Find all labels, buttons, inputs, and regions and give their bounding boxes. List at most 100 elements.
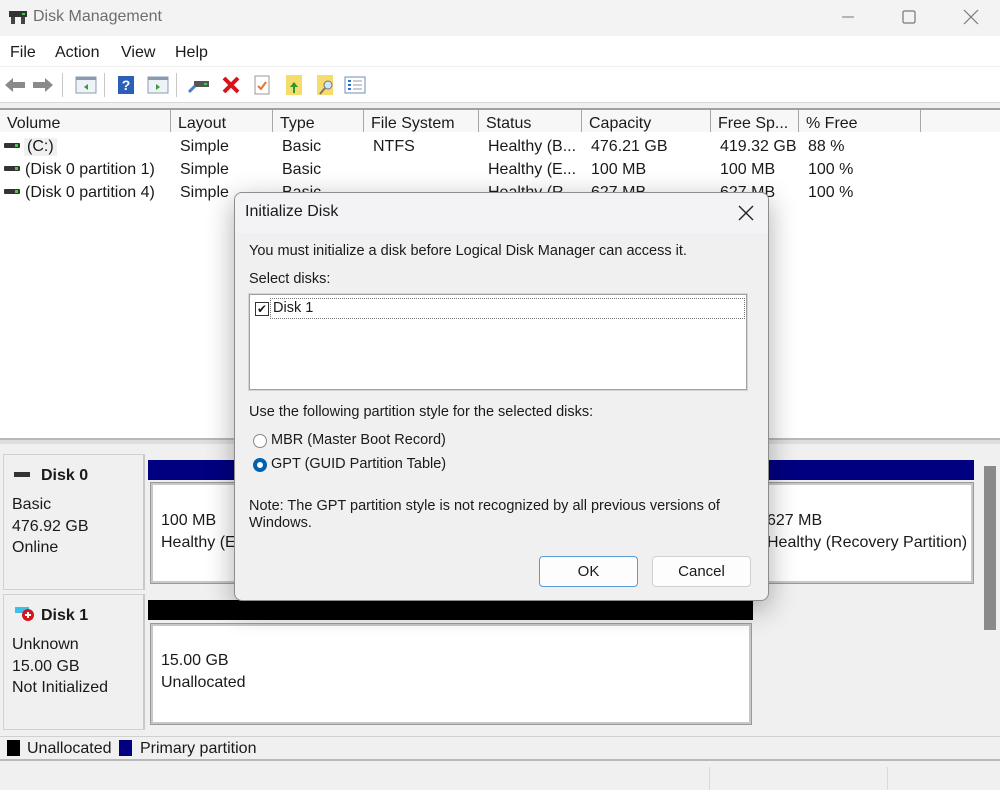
- volume-layout: Simple: [180, 184, 229, 201]
- volume-file-system: NTFS: [373, 138, 415, 155]
- status-divider: [887, 767, 888, 790]
- legend-swatch-unallocated: [7, 740, 20, 756]
- column-header-percent-free[interactable]: % Free: [799, 110, 921, 132]
- column-header-empty: [921, 110, 1000, 132]
- column-header-volume[interactable]: Volume: [0, 110, 171, 132]
- close-button[interactable]: [940, 0, 1000, 34]
- disk-size: 476.92 GB: [12, 518, 89, 535]
- volume-row[interactable]: (C:) Simple Basic NTFS Healthy (B... 476…: [0, 136, 1000, 158]
- menu-action[interactable]: Action: [55, 44, 99, 62]
- dialog-message: You must initialize a disk before Logica…: [249, 243, 687, 259]
- cancel-button[interactable]: Cancel: [652, 556, 751, 587]
- mbr-radio-label[interactable]: MBR (Master Boot Record): [271, 432, 446, 448]
- disk-type: Basic: [12, 496, 52, 513]
- disk-0-partition-recovery[interactable]: 627 MB Healthy (Recovery Partition): [756, 482, 974, 584]
- volume-type: Basic: [282, 161, 322, 178]
- column-header-status[interactable]: Status: [479, 110, 582, 132]
- disk-name: Disk 0: [41, 467, 89, 484]
- disk-select-list[interactable]: ✔ Disk 1: [248, 293, 748, 391]
- volume-row[interactable]: (Disk 0 partition 1) Simple Basic Health…: [0, 159, 1000, 181]
- volume-name: (C:): [24, 138, 57, 156]
- volume-percent-free: 100 %: [808, 184, 854, 201]
- partition-size: 100 MB: [161, 512, 217, 529]
- column-header-capacity[interactable]: Capacity: [582, 110, 711, 132]
- maximize-button[interactable]: [878, 0, 940, 34]
- disk-state: Not Initialized: [12, 679, 109, 696]
- column-header-file-system[interactable]: File System: [364, 110, 479, 132]
- legend-label-unallocated: Unallocated: [27, 740, 112, 757]
- gpt-radio[interactable]: [253, 458, 267, 472]
- back-arrow-icon: [5, 78, 25, 92]
- disk-management-app-icon: [9, 11, 27, 24]
- volume-percent-free: 88 %: [808, 138, 845, 155]
- dialog-title: Initialize Disk: [245, 203, 339, 220]
- toolbar-separator: [104, 73, 105, 97]
- mbr-radio[interactable]: [253, 434, 267, 448]
- gpt-radio-label[interactable]: GPT (GUID Partition Table): [271, 456, 446, 472]
- forward-arrow-icon: [33, 78, 53, 92]
- menu-file[interactable]: File: [10, 44, 36, 62]
- svg-text:?: ?: [122, 77, 131, 93]
- forward-button[interactable]: [31, 73, 55, 97]
- partition-size: 627 MB: [767, 512, 823, 529]
- drive-icon: [4, 189, 20, 194]
- volume-type: Basic: [282, 138, 322, 155]
- volume-status: Healthy (B...: [488, 138, 577, 155]
- show-hide-console-tree-icon: [75, 76, 97, 94]
- menu-help[interactable]: Help: [175, 44, 208, 62]
- drive-icon: [4, 143, 20, 148]
- checklist-button[interactable]: [343, 73, 367, 97]
- help-button[interactable]: ?: [114, 73, 138, 97]
- column-header-free-space[interactable]: Free Sp...: [711, 110, 799, 132]
- search-button[interactable]: [313, 73, 337, 97]
- volume-capacity: 476.21 GB: [591, 138, 668, 155]
- show-hide-action-pane-button[interactable]: [146, 73, 170, 97]
- back-button[interactable]: [3, 73, 27, 97]
- partition-style-label: Use the following partition style for th…: [249, 404, 594, 420]
- disk-1-unallocated-region[interactable]: 15.00 GB Unallocated: [150, 623, 752, 725]
- export-folder-icon: [286, 75, 302, 95]
- toolbar-separator: [176, 73, 177, 97]
- volume-name: (Disk 0 partition 1): [25, 161, 155, 178]
- volume-layout: Simple: [180, 138, 229, 155]
- disk-list-item[interactable]: Disk 1: [270, 298, 745, 319]
- delete-button[interactable]: [219, 73, 243, 97]
- checkmark-icon: ✔: [256, 302, 268, 316]
- gpt-note-line-1: Note: The GPT partition style is not rec…: [249, 498, 720, 514]
- column-header-type[interactable]: Type: [273, 110, 364, 132]
- properties-check-icon: [254, 75, 270, 95]
- dialog-close-button[interactable]: [734, 201, 758, 225]
- close-icon: [738, 205, 754, 221]
- volume-capacity: 100 MB: [591, 161, 647, 178]
- export-list-button[interactable]: [282, 73, 306, 97]
- status-divider: [709, 767, 710, 790]
- connect-drive-button[interactable]: [187, 73, 211, 97]
- vertical-scrollbar-thumb[interactable]: [984, 466, 996, 630]
- disk-1-info[interactable]: Disk 1 Unknown 15.00 GB Not Initialized: [3, 594, 145, 730]
- disk-not-initialized-icon: [15, 607, 34, 621]
- minimize-button[interactable]: [817, 0, 879, 34]
- help-icon: ?: [118, 76, 134, 94]
- connect-drive-icon: [188, 81, 209, 94]
- properties-button[interactable]: [250, 73, 274, 97]
- initialize-disk-dialog: Initialize Disk You must initialize a di…: [234, 192, 769, 601]
- title-bar: Disk Management: [0, 0, 1000, 36]
- show-hide-console-tree-button[interactable]: [74, 73, 98, 97]
- delete-icon: [222, 76, 240, 94]
- status-bar: [0, 763, 1000, 790]
- ok-button[interactable]: OK: [539, 556, 638, 587]
- toolbar: ?: [0, 67, 1000, 103]
- menu-bar: File Action View Help: [0, 36, 1000, 66]
- volume-list-header: Volume Layout Type File System Status Ca…: [0, 108, 1000, 132]
- volume-free-space: 419.32 GB: [720, 138, 797, 155]
- maximize-icon: [902, 10, 916, 24]
- disk-1-checkbox[interactable]: ✔: [255, 302, 269, 316]
- column-header-layout[interactable]: Layout: [171, 110, 273, 132]
- disk-drive-icon: [14, 472, 30, 477]
- toolbar-separator: [62, 73, 63, 97]
- menu-view[interactable]: View: [121, 44, 155, 62]
- legend-bar: Unallocated Primary partition: [0, 736, 1000, 761]
- window-title: Disk Management: [33, 8, 162, 25]
- gpt-note-line-2: Windows.: [249, 515, 312, 531]
- disk-0-info[interactable]: Disk 0 Basic 476.92 GB Online: [3, 454, 145, 590]
